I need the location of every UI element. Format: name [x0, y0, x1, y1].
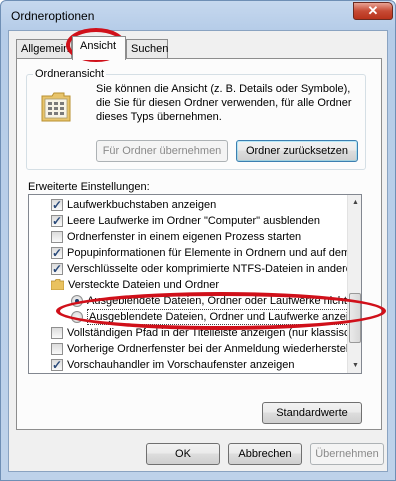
settings-row[interactable]: Versteckte Dateien und Ordner — [29, 277, 347, 293]
close-button[interactable]: ✕ — [353, 2, 393, 20]
vertical-scrollbar[interactable]: ▲ ▼ — [347, 195, 361, 373]
setting-checkbox[interactable] — [51, 343, 63, 355]
setting-checkbox[interactable] — [51, 327, 63, 339]
folder-icon — [50, 279, 65, 291]
scroll-up-icon[interactable]: ▲ — [348, 195, 361, 210]
setting-label: Ausgeblendete Dateien, Ordner oder Laufw… — [87, 295, 347, 307]
setting-label: Verschlüsselte oder komprimierte NTFS-Da… — [67, 263, 347, 275]
setting-label: Vollständigen Pfad in der Titelleiste an… — [67, 327, 347, 339]
setting-checkbox[interactable] — [51, 197, 63, 213]
setting-radio[interactable] — [71, 295, 83, 307]
settings-row[interactable]: Vorherige Ordnerfenster bei der Anmeldun… — [29, 341, 347, 357]
settings-row[interactable]: Ausgeblendete Dateien, Ordner oder Laufw… — [29, 293, 347, 309]
tab-allgemein[interactable]: Allgemein — [16, 39, 72, 59]
apply-button[interactable]: Übernehmen — [310, 443, 384, 465]
settings-row[interactable]: Vollständigen Pfad in der Titelleiste an… — [29, 325, 347, 341]
advanced-settings-label: Erweiterte Einstellungen: — [28, 181, 150, 193]
settings-row[interactable]: Popupinformationen für Elemente in Ordne… — [29, 245, 347, 261]
setting-checkbox[interactable] — [51, 245, 63, 261]
tab-suchen[interactable]: Suchen — [126, 39, 168, 59]
folder-view-label: Ordneransicht — [33, 68, 107, 80]
setting-label: Versteckte Dateien und Ordner — [68, 279, 220, 291]
folder-view-icon — [41, 92, 71, 122]
settings-row[interactable]: Leere Laufwerke im Ordner "Computer" aus… — [29, 213, 347, 229]
setting-label: Vorherige Ordnerfenster bei der Anmeldun… — [67, 343, 347, 355]
cancel-button[interactable]: Abbrechen — [228, 443, 302, 465]
scroll-down-icon[interactable]: ▼ — [348, 358, 361, 373]
settings-row[interactable]: Verschlüsselte oder komprimierte NTFS-Da… — [29, 261, 347, 277]
tab-ansicht[interactable]: Ansicht — [72, 36, 126, 60]
setting-checkbox[interactable] — [51, 213, 63, 229]
setting-checkbox[interactable] — [51, 357, 63, 373]
setting-label: Ordnerfenster in einem eigenen Prozess s… — [67, 231, 302, 243]
reset-folders-button[interactable]: Ordner zurücksetzen — [236, 140, 358, 162]
setting-checkbox[interactable] — [51, 261, 63, 277]
setting-label: Vorschauhandler im Vorschaufenster anzei… — [67, 359, 295, 371]
ok-button[interactable]: OK — [146, 443, 220, 465]
setting-label: Leere Laufwerke im Ordner "Computer" aus… — [67, 215, 320, 227]
settings-row[interactable]: Laufwerkbuchstaben anzeigen — [29, 197, 347, 213]
window-title: Ordneroptionen — [11, 9, 95, 23]
settings-row[interactable]: Ordnerfenster in einem eigenen Prozess s… — [29, 229, 347, 245]
settings-row[interactable]: Ausgeblendete Dateien, Ordner und Laufwe… — [29, 309, 347, 325]
folder-view-description: Sie können die Ansicht (z. B. Details od… — [96, 83, 352, 123]
settings-row[interactable]: Vorschauhandler im Vorschaufenster anzei… — [29, 357, 347, 373]
setting-checkbox[interactable] — [51, 231, 63, 243]
setting-label: Ausgeblendete Dateien, Ordner und Laufwe… — [87, 309, 347, 325]
defaults-button[interactable]: Standardwerte — [262, 402, 362, 424]
setting-label: Popupinformationen für Elemente in Ordne… — [67, 247, 347, 259]
setting-radio[interactable] — [71, 311, 83, 323]
advanced-settings-list[interactable]: Laufwerkbuchstaben anzeigen Leere Laufwer… — [28, 194, 362, 374]
apply-to-folders-button[interactable]: Für Ordner übernehmen — [96, 140, 228, 162]
setting-label: Laufwerkbuchstaben anzeigen — [67, 199, 217, 211]
scroll-thumb[interactable] — [349, 293, 361, 343]
